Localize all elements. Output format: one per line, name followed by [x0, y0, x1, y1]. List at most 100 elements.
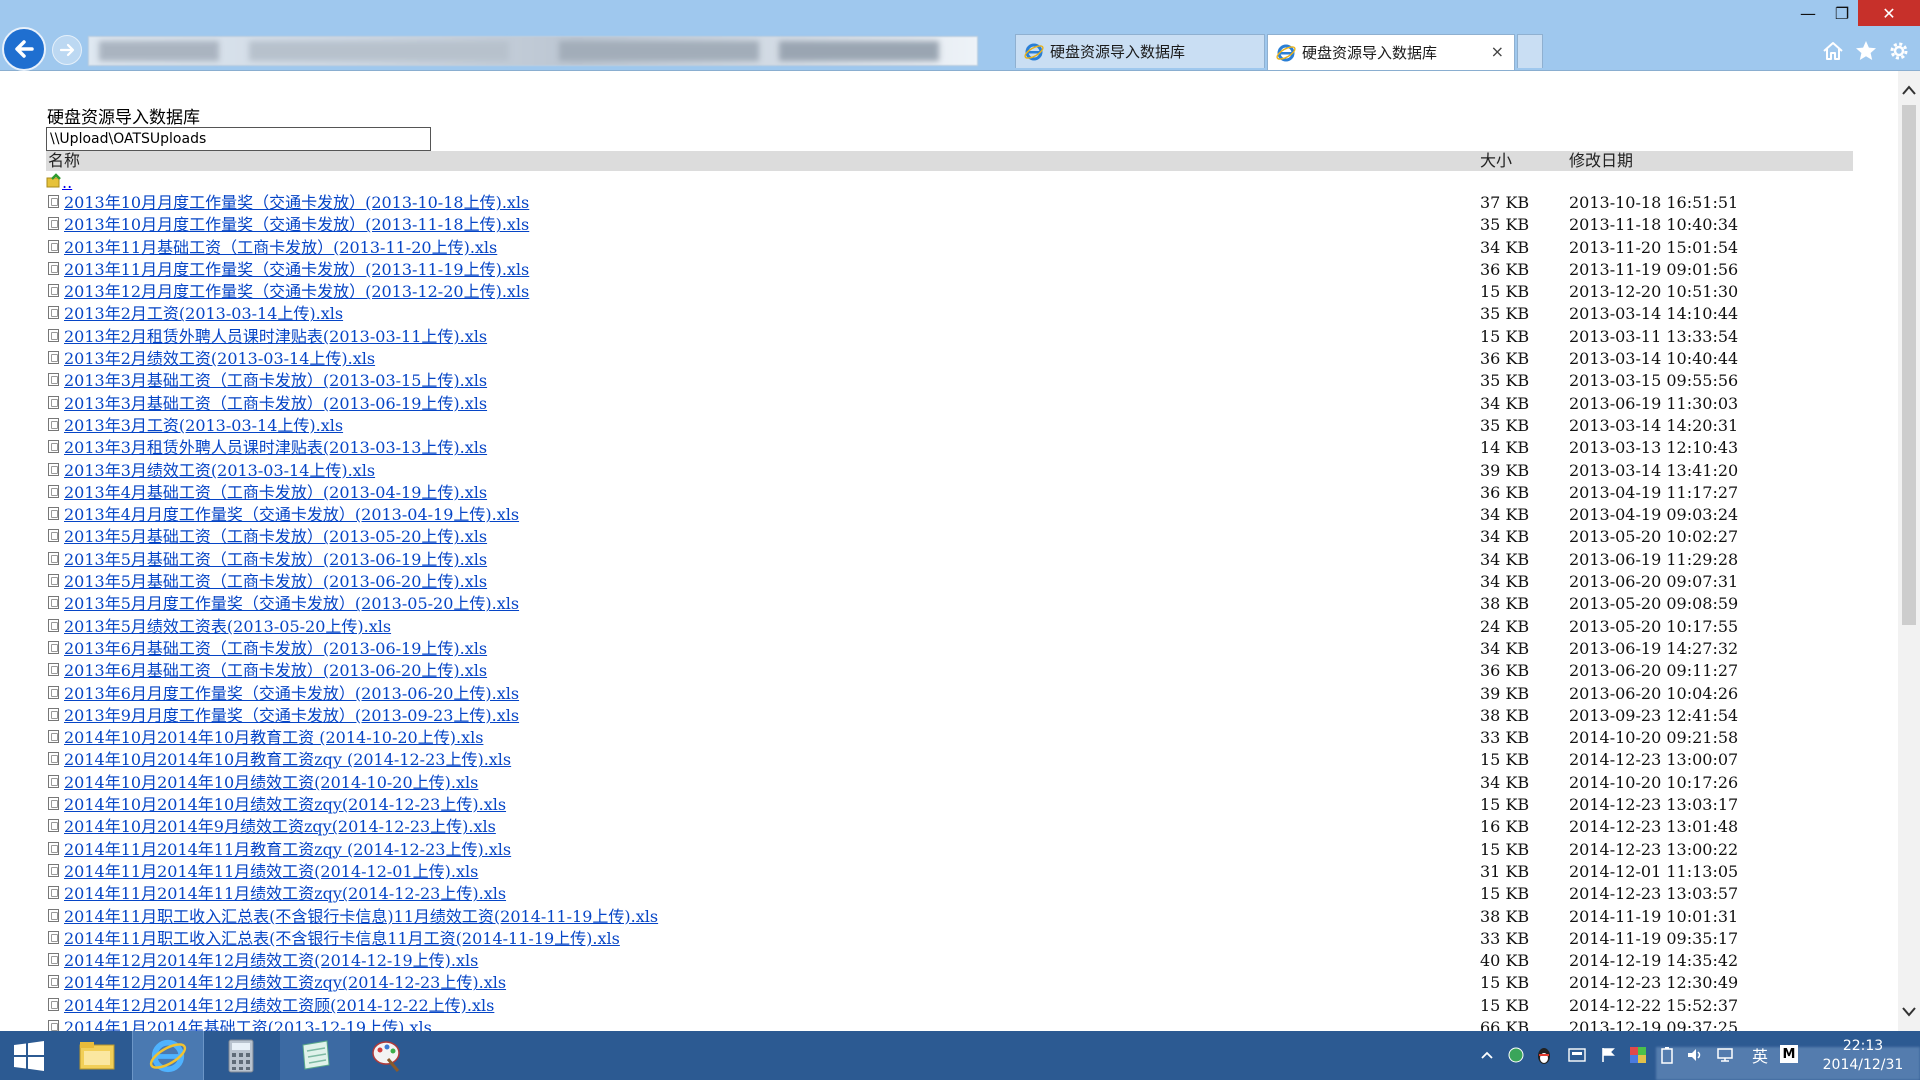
- file-link[interactable]: 2014年1月2014年基础工资(2013-12-19上传).xls: [64, 1017, 432, 1031]
- flag-icon[interactable]: [1598, 1045, 1618, 1065]
- file-link[interactable]: 2013年6月基础工资（工商卡发放）(2013-06-20上传).xls: [64, 660, 487, 682]
- file-icon: [48, 328, 59, 342]
- network-globe-icon[interactable]: [1506, 1045, 1526, 1065]
- file-link[interactable]: 2013年2月绩效工资(2013-03-14上传).xls: [64, 348, 375, 370]
- file-link[interactable]: 2013年6月基础工资（工商卡发放）(2013-06-19上传).xls: [64, 638, 487, 660]
- ime-language-indicator[interactable]: 英: [1750, 1045, 1770, 1066]
- file-link[interactable]: 2013年3月基础工资（工商卡发放）(2013-06-19上传).xls: [64, 393, 487, 415]
- scroll-down-arrow-icon[interactable]: [1898, 1001, 1920, 1023]
- file-link[interactable]: 2013年3月绩效工资(2013-03-14上传).xls: [64, 460, 375, 482]
- file-icon: [48, 306, 59, 320]
- file-size: 33 KB: [1480, 728, 1530, 748]
- taskbar-internet-explorer[interactable]: [132, 1031, 204, 1080]
- file-link[interactable]: 2014年11月2014年11月绩效工资zqy(2014-12-23上传).xl…: [64, 883, 506, 905]
- file-link[interactable]: 2013年5月基础工资（工商卡发放）(2013-05-20上传).xls: [64, 526, 487, 548]
- file-link[interactable]: 2013年2月租赁外聘人员课时津贴表(2013-03-11上传).xls: [64, 326, 487, 348]
- favorites-button[interactable]: [1853, 38, 1879, 64]
- display-network-icon[interactable]: [1715, 1045, 1735, 1065]
- file-link[interactable]: 2014年10月2014年10月绩效工资(2014-10-20上传).xls: [64, 772, 478, 794]
- column-header-date[interactable]: 修改日期: [1569, 151, 1633, 171]
- file-link[interactable]: 2013年12月月度工作量奖（交通卡发放）(2013-12-20上传).xls: [64, 281, 529, 303]
- file-link[interactable]: 2014年10月2014年10月教育工资zqy (2014-12-23上传).x…: [64, 749, 511, 771]
- file-link[interactable]: 2014年12月2014年12月绩效工资zqy(2014-12-23上传).xl…: [64, 972, 506, 994]
- file-date: 2013-05-20 10:02:27: [1569, 527, 1739, 547]
- vertical-scrollbar[interactable]: [1898, 71, 1920, 1031]
- table-header: 名称 大小 修改日期: [46, 151, 1853, 171]
- taskbar-clock[interactable]: 22:13 2014/12/31: [1808, 1037, 1918, 1075]
- file-link[interactable]: 2013年9月月度工作量奖（交通卡发放）(2013-09-23上传).xls: [64, 705, 519, 727]
- file-size: 15 KB: [1480, 282, 1530, 302]
- file-icon: [48, 819, 59, 833]
- file-link[interactable]: 2013年10月月度工作量奖（交通卡发放）(2013-11-18上传).xls: [64, 214, 529, 236]
- file-link[interactable]: 2014年10月2014年10月绩效工资zqy(2014-12-23上传).xl…: [64, 794, 506, 816]
- file-link[interactable]: 2013年10月月度工作量奖（交通卡发放）(2013-10-18上传).xls: [64, 192, 529, 214]
- file-link[interactable]: 2013年2月工资(2013-03-14上传).xls: [64, 303, 343, 325]
- column-header-name[interactable]: 名称: [48, 151, 80, 171]
- file-date: 2013-05-20 10:17:55: [1569, 616, 1739, 636]
- file-date: 2013-03-14 10:40:44: [1569, 349, 1739, 369]
- taskbar-calculator[interactable]: [206, 1031, 276, 1080]
- scroll-thumb[interactable]: [1902, 105, 1916, 625]
- taskbar-notes[interactable]: [280, 1031, 350, 1080]
- file-link[interactable]: 2013年4月月度工作量奖（交通卡发放）(2013-04-19上传).xls: [64, 504, 519, 526]
- file-link[interactable]: 2014年11月2014年11月绩效工资(2014-12-01上传).xls: [64, 861, 478, 883]
- file-link[interactable]: 2013年3月租赁外聘人员课时津贴表(2013-03-13上传).xls: [64, 437, 487, 459]
- file-size: 34 KB: [1480, 549, 1530, 569]
- file-row: 2014年12月2014年12月绩效工资zqy(2014-12-23上传).xl…: [46, 972, 1856, 994]
- blurred-url: [249, 41, 509, 61]
- back-button[interactable]: [2, 27, 46, 71]
- color-app-icon[interactable]: [1628, 1045, 1648, 1065]
- path-field[interactable]: \\Upload\OATSUploads: [46, 127, 431, 151]
- close-tab-button[interactable]: ×: [1491, 42, 1504, 61]
- file-link[interactable]: 2013年4月基础工资（工商卡发放）(2013-04-19上传).xls: [64, 482, 487, 504]
- file-link[interactable]: 2014年10月2014年9月绩效工资zqy(2014-12-23上传).xls: [64, 816, 496, 838]
- parent-directory-link[interactable]: ..: [62, 173, 72, 192]
- file-link[interactable]: 2014年11月2014年11月教育工资zqy (2014-12-23上传).x…: [64, 839, 511, 861]
- file-link[interactable]: 2013年5月绩效工资表(2013-05-20上传).xls: [64, 616, 391, 638]
- keyboard-icon[interactable]: [1567, 1045, 1587, 1065]
- file-size: 35 KB: [1480, 371, 1530, 391]
- tab-active[interactable]: 硬盘资源导入数据库 ×: [1267, 34, 1515, 70]
- file-row: 2013年10月月度工作量奖（交通卡发放）(2013-11-18上传).xls 3…: [46, 214, 1856, 236]
- start-button[interactable]: [0, 1031, 58, 1080]
- file-date: 2014-12-23 13:01:48: [1569, 817, 1739, 837]
- file-link[interactable]: 2013年3月工资(2013-03-14上传).xls: [64, 415, 343, 437]
- taskbar-paint[interactable]: [352, 1031, 422, 1080]
- file-link[interactable]: 2014年12月2014年12月绩效工资顾(2014-12-22上传).xls: [64, 995, 494, 1017]
- tab-inactive[interactable]: 硬盘资源导入数据库: [1015, 34, 1265, 68]
- file-icon: [48, 997, 59, 1011]
- file-link[interactable]: 2014年11月职工收入汇总表(不含银行卡信息)11月绩效工资(2014-11-…: [64, 906, 658, 928]
- battery-icon[interactable]: [1657, 1045, 1677, 1065]
- scroll-up-arrow-icon[interactable]: [1898, 79, 1920, 101]
- file-link[interactable]: 2013年3月基础工资（工商卡发放）(2013-03-15上传).xls: [64, 370, 487, 392]
- file-link[interactable]: 2013年5月基础工资（工商卡发放）(2013-06-20上传).xls: [64, 571, 487, 593]
- volume-icon[interactable]: [1685, 1045, 1705, 1065]
- file-link[interactable]: 2014年11月职工收入汇总表(不含银行卡信息11月工资(2014-11-19上…: [64, 928, 620, 950]
- file-size: 37 KB: [1480, 193, 1530, 212]
- settings-button[interactable]: [1886, 38, 1912, 64]
- show-hidden-icons-chevron-icon[interactable]: [1477, 1045, 1497, 1065]
- file-icon: [48, 841, 59, 855]
- blurred-url: [99, 41, 219, 61]
- back-arrow-icon: [15, 40, 34, 58]
- close-window-button[interactable]: ✕: [1858, 0, 1920, 26]
- qq-penguin-icon[interactable]: [1534, 1045, 1554, 1065]
- taskbar-file-explorer[interactable]: [62, 1031, 132, 1080]
- forward-button[interactable]: [52, 35, 82, 65]
- file-link[interactable]: 2013年11月月度工作量奖（交通卡发放）(2013-11-19上传).xls: [64, 259, 529, 281]
- file-row: 2014年11月职工收入汇总表(不含银行卡信息)11月绩效工资(2014-11-…: [46, 906, 1856, 928]
- windows-start-icon: [14, 1040, 44, 1071]
- ime-mode-indicator[interactable]: M: [1780, 1045, 1798, 1063]
- file-link[interactable]: 2014年10月2014年10月教育工资 (2014-10-20上传).xls: [64, 727, 483, 749]
- file-link[interactable]: 2013年5月月度工作量奖（交通卡发放）(2013-05-20上传).xls: [64, 593, 519, 615]
- address-bar[interactable]: [88, 36, 978, 66]
- file-link[interactable]: 2014年12月2014年12月绩效工资(2014-12-19上传).xls: [64, 950, 478, 972]
- file-link[interactable]: 2013年5月基础工资（工商卡发放）(2013-06-19上传).xls: [64, 549, 487, 571]
- file-date: 2013-03-14 13:41:20: [1569, 460, 1739, 480]
- file-link[interactable]: 2013年6月月度工作量奖（交通卡发放）(2013-06-20上传).xls: [64, 683, 519, 705]
- file-date: 2013-06-19 11:30:03: [1569, 393, 1739, 413]
- column-header-size[interactable]: 大小: [1480, 151, 1512, 171]
- file-link[interactable]: 2013年11月基础工资（工商卡发放）(2013-11-20上传).xls: [64, 237, 497, 259]
- new-tab-button[interactable]: [1517, 34, 1543, 68]
- home-button[interactable]: [1820, 38, 1846, 64]
